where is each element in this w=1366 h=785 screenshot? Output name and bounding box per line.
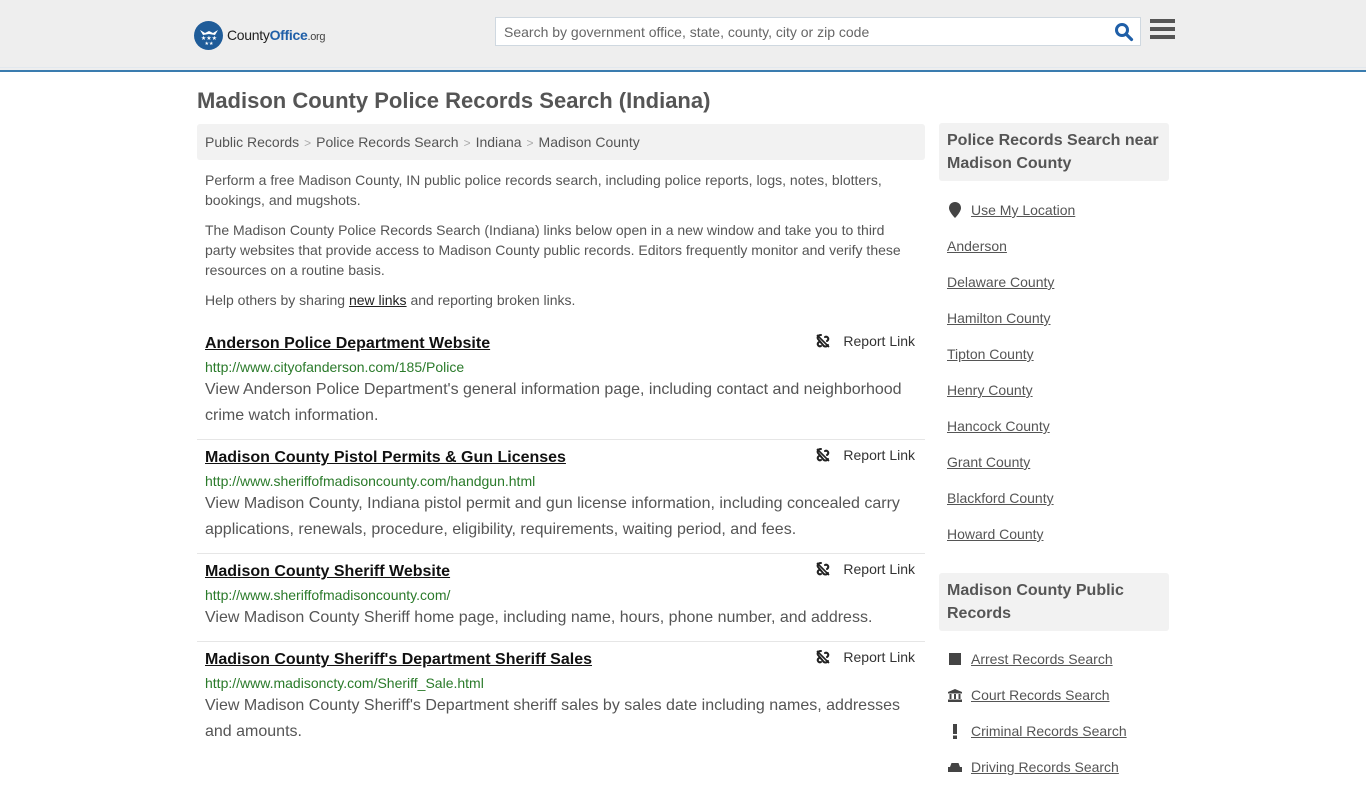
svg-text:★★: ★★ [204,41,213,46]
report-link-button[interactable]: Report Link [815,649,915,665]
site-header: ★★★ ★★ CountyOffice.org [0,0,1366,72]
nearby-link-tipton-county[interactable]: Tipton County [947,346,1034,362]
nearby-section-heading: Police Records Search near Madison Count… [939,123,1169,181]
nearby-item: Hancock County [947,408,1169,444]
report-link-button[interactable]: Report Link [815,447,915,463]
hamburger-menu-icon[interactable] [1150,19,1175,42]
use-my-location-link[interactable]: Use My Location [971,202,1075,218]
intro-paragraph: The Madison County Police Records Search… [205,222,901,278]
nearby-link-grant-county[interactable]: Grant County [947,454,1030,470]
help-paragraph: Help others by sharing new links and rep… [205,292,576,308]
nearby-item: Delaware County [947,264,1169,300]
nearby-item: Grant County [947,444,1169,480]
nearby-link-anderson[interactable]: Anderson [947,238,1007,254]
public-records-item: Arrest Records Search [947,641,1169,677]
result-title-link[interactable]: Madison County Sheriff's Department Sher… [205,650,592,670]
nearby-link-blackford-county[interactable]: Blackford County [947,490,1054,506]
courthouse-icon [947,688,963,702]
intro-paragraph: Perform a free Madison County, IN public… [205,172,882,208]
report-link-button[interactable]: Report Link [815,333,915,349]
result-title-link[interactable]: Madison County Pistol Permits & Gun Lice… [205,448,566,468]
nearby-item: Howard County [947,516,1169,552]
breadcrumb: Public Records > Police Records Search > Ind… [197,124,925,160]
breadcrumb-separator: > [304,136,312,150]
nearby-item: Tipton County [947,336,1169,372]
exclamation-icon [947,723,963,739]
result-url: http://www.cityofanderson.com/185/Police [205,359,465,375]
public-records-item: Driving Records Search [947,749,1169,785]
breadcrumb-separator: > [526,136,534,150]
use-location-item: Use My Location [947,192,1169,228]
search-box [495,17,1141,46]
map-pin-icon [947,202,963,218]
nearby-link-hancock-county[interactable]: Hancock County [947,418,1050,434]
result-title-link[interactable]: Madison County Sheriff Website [205,562,450,582]
result-title-link[interactable]: Anderson Police Department Website [205,334,490,354]
search-input[interactable] [496,18,1096,45]
result-url: http://www.sheriffofmadisoncounty.com/ha… [205,473,536,489]
public-records-item: Criminal Records Search [947,713,1169,749]
breadcrumb-madison-county[interactable]: Madison County [539,134,640,150]
result-item: Madison County Sheriff's Department Sher… [197,642,925,755]
nearby-list: Use My Location Anderson Delaware County… [947,192,1169,552]
result-item: Anderson Police Department Website Repor… [197,326,925,440]
result-item: Madison County Sheriff Website Report Li… [197,554,925,642]
page-title: Madison County Police Records Search (In… [197,88,711,113]
broken-link-icon [816,334,830,348]
nearby-item: Blackford County [947,480,1169,516]
result-item: Madison County Pistol Permits & Gun Lice… [197,440,925,554]
report-link-button[interactable]: Report Link [815,561,915,577]
broken-link-icon [816,562,830,576]
breadcrumb-separator: > [463,136,471,150]
public-records-item: Court Records Search [947,677,1169,713]
breadcrumb-police-records-search[interactable]: Police Records Search [316,134,458,150]
nearby-link-howard-county[interactable]: Howard County [947,526,1044,542]
breadcrumb-indiana[interactable]: Indiana [476,134,522,150]
broken-link-icon [816,650,830,664]
eagle-logo-icon: ★★★ ★★ [194,20,223,50]
public-records-section-heading: Madison County Public Records [939,573,1169,631]
nearby-link-hamilton-county[interactable]: Hamilton County [947,310,1051,326]
arrest-records-link[interactable]: Arrest Records Search [971,651,1113,667]
search-icon[interactable] [1114,22,1134,42]
breadcrumb-public-records[interactable]: Public Records [205,134,299,150]
result-url: http://www.sheriffofmadisoncounty.com/ [205,587,451,603]
nearby-link-delaware-county[interactable]: Delaware County [947,274,1054,290]
site-logo[interactable]: ★★★ ★★ CountyOffice.org [194,20,326,50]
new-links-link[interactable]: new links [349,292,407,308]
result-url: http://www.madisoncty.com/Sheriff_Sale.h… [205,675,484,691]
nearby-item: Henry County [947,372,1169,408]
result-description: View Anderson Police Department's genera… [205,381,902,424]
result-description: View Madison County Sheriff's Department… [205,697,900,740]
broken-link-icon [816,448,830,462]
logo-text: CountyOffice.org [227,27,326,43]
court-records-link[interactable]: Court Records Search [971,687,1110,703]
result-description: View Madison County Sheriff home page, i… [205,609,873,626]
square-icon [947,653,963,665]
car-icon [947,761,963,774]
intro-text: Perform a free Madison County, IN public… [205,170,917,320]
criminal-records-link[interactable]: Criminal Records Search [971,723,1127,739]
nearby-item: Anderson [947,228,1169,264]
results-list: Anderson Police Department Website Repor… [197,326,925,755]
driving-records-link[interactable]: Driving Records Search [971,759,1119,775]
nearby-link-henry-county[interactable]: Henry County [947,382,1033,398]
nearby-item: Hamilton County [947,300,1169,336]
public-records-list: Arrest Records Search Court Records Sear… [947,641,1169,785]
result-description: View Madison County, Indiana pistol perm… [205,495,900,538]
